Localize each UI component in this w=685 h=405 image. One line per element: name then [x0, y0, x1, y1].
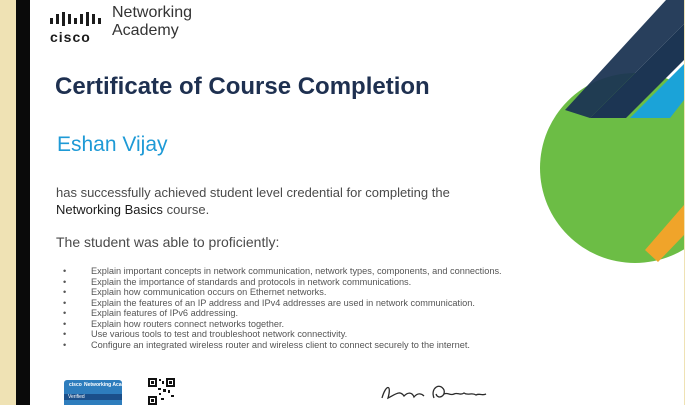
recipient-name: Eshan Vijay: [57, 133, 168, 156]
achievement-prefix: has successfully achieved student level …: [56, 185, 450, 200]
achievement-statement: has successfully achieved student level …: [56, 184, 516, 218]
skill-item: Configure an integrated wireless router …: [58, 340, 502, 351]
badge-status: Verified: [64, 394, 122, 400]
course-name: Networking Basics: [56, 202, 163, 217]
badge-brand: cisco: [69, 382, 82, 388]
proficiency-intro: The student was able to proficiently:: [56, 234, 280, 250]
skill-item: Explain important concepts in network co…: [58, 266, 502, 277]
skills-list: Explain important concepts in network co…: [58, 266, 502, 350]
cisco-wordmark: cisco: [50, 29, 91, 45]
skill-item: Explain features of IPv6 addressing.: [58, 308, 502, 319]
certificate-title: Certificate of Course Completion: [55, 73, 430, 100]
skill-item: Explain how communication occurs on Ethe…: [58, 287, 502, 298]
signature-image: [381, 385, 487, 400]
logo-academy: Academy: [112, 22, 179, 39]
qr-code-icon: [148, 378, 175, 405]
skill-item: Explain the features of an IP address an…: [58, 298, 502, 309]
skill-item: Explain how routers connect networks tog…: [58, 319, 502, 330]
certificate: cisco Networking Academy Certificate of …: [30, 0, 684, 405]
badge-line: Networking Academy: [84, 382, 135, 388]
verified-badge: cisco Networking Academy Verified: [64, 380, 135, 405]
achievement-suffix: course.: [166, 202, 210, 217]
skill-item: Use various tools to test and troublesho…: [58, 329, 502, 340]
skill-item: Explain the importance of standards and …: [58, 277, 502, 288]
cisco-bars-icon: [50, 12, 101, 26]
logo-networking: Networking: [112, 4, 193, 21]
